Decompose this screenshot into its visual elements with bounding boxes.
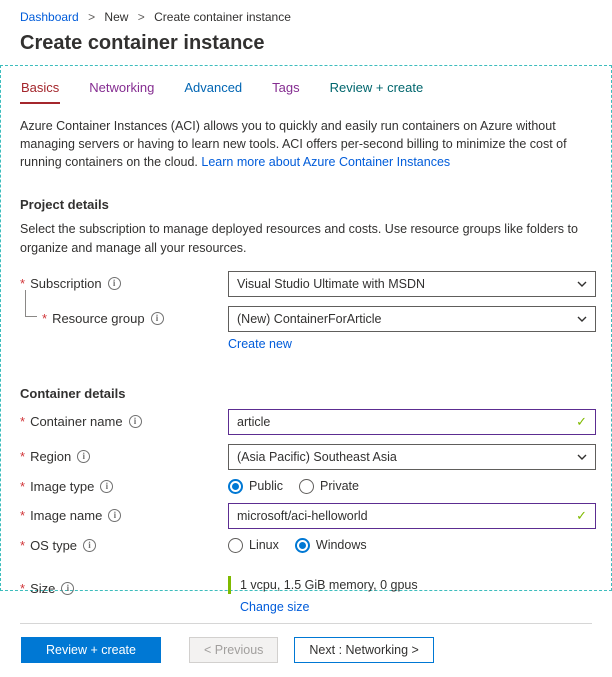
container-name-label: * Container name i [20, 414, 228, 429]
subscription-row: * Subscription i Visual Studio Ultimate … [20, 270, 596, 297]
chevron-down-icon [577, 281, 587, 287]
resource-group-control: (New) ContainerForArticle Create new [228, 305, 596, 351]
radio-unchecked-icon [299, 478, 315, 494]
radio-private[interactable]: Private [299, 478, 359, 494]
tab-basics[interactable]: Basics [20, 78, 61, 104]
blade-content: Basics Networking Advanced Tags Review +… [0, 65, 612, 663]
breadcrumb-dashboard[interactable]: Dashboard [20, 10, 79, 24]
image-type-row: * Image type i Public Private [20, 478, 592, 494]
subscription-label: * Subscription i [20, 276, 228, 291]
container-details-heading: Container details [20, 385, 126, 401]
resource-group-row: * Resource group i (New) ContainerForArt… [20, 289, 596, 351]
info-icon[interactable]: i [77, 450, 91, 464]
radio-windows[interactable]: Windows [294, 537, 367, 553]
radio-unchecked-icon [228, 537, 243, 553]
info-icon[interactable]: i [107, 277, 121, 291]
tree-connector [25, 289, 37, 317]
os-type-row: * OS type i Linux Windows [20, 537, 592, 553]
required-marker: * [20, 580, 26, 596]
image-name-value: microsoft/aci-helloworld [237, 508, 368, 523]
tab-review-create[interactable]: Review + create [329, 78, 425, 104]
resource-group-label: * Resource group i [20, 289, 228, 326]
resource-group-dropdown[interactable]: (New) ContainerForArticle [228, 305, 596, 332]
project-details-description: Select the subscription to manage deploy… [20, 222, 578, 255]
size-row: * Size i 1 vcpu, 1.5 GiB memory, 0 gpus … [20, 575, 592, 614]
tab-bar: Basics Networking Advanced Tags Review +… [20, 78, 592, 104]
intro-paragraph: Azure Container Instances (ACI) allows y… [20, 117, 592, 171]
project-details-heading: Project details [20, 197, 109, 213]
required-marker: * [20, 449, 26, 465]
os-type-radio-group: Linux Windows [228, 537, 596, 553]
tab-networking[interactable]: Networking [88, 78, 155, 104]
required-marker: * [20, 508, 26, 524]
image-name-row: * Image name i microsoft/aci-helloworld … [20, 502, 596, 529]
learn-more-link[interactable]: Learn more about Azure Container Instanc… [201, 155, 450, 169]
container-name-row: * Container name i article ✓ [20, 408, 596, 435]
valid-check-icon: ✓ [576, 413, 587, 429]
size-control: 1 vcpu, 1.5 GiB memory, 0 gpus Change si… [228, 575, 596, 614]
info-icon[interactable]: i [100, 479, 114, 493]
subscription-dropdown[interactable]: Visual Studio Ultimate with MSDN [228, 270, 596, 297]
required-marker: * [20, 414, 26, 430]
size-label: * Size i [20, 576, 228, 596]
radio-public[interactable]: Public [228, 478, 283, 494]
breadcrumb-current: Create container instance [154, 10, 291, 24]
os-type-label: * OS type i [20, 538, 228, 553]
review-create-button[interactable]: Review + create [21, 636, 161, 663]
breadcrumb-separator: > [137, 10, 145, 24]
previous-button[interactable]: < Previous [189, 636, 279, 663]
radio-linux[interactable]: Linux [228, 537, 279, 553]
tab-tags[interactable]: Tags [271, 78, 300, 104]
subscription-value: Visual Studio Ultimate with MSDN [237, 276, 426, 291]
region-row: * Region i (Asia Pacific) Southeast Asia [20, 443, 596, 470]
next-networking-button[interactable]: Next : Networking > [294, 636, 434, 663]
info-icon[interactable]: i [128, 415, 142, 429]
tab-advanced[interactable]: Advanced [183, 78, 243, 104]
required-marker: * [20, 478, 26, 494]
chevron-down-icon [577, 454, 587, 460]
region-value: (Asia Pacific) Southeast Asia [237, 449, 397, 464]
image-name-input[interactable]: microsoft/aci-helloworld ✓ [228, 502, 596, 529]
required-marker: * [20, 537, 26, 553]
info-icon[interactable]: i [150, 311, 164, 325]
breadcrumb: Dashboard > New > Create container insta… [0, 0, 612, 24]
region-dropdown[interactable]: (Asia Pacific) Southeast Asia [228, 443, 596, 470]
breadcrumb-new[interactable]: New [104, 10, 128, 24]
image-type-label: * Image type i [20, 479, 228, 494]
chevron-down-icon [577, 316, 587, 322]
breadcrumb-separator: > [88, 10, 96, 24]
radio-checked-icon [228, 478, 243, 494]
image-type-radio-group: Public Private [228, 478, 596, 494]
resource-group-value: (New) ContainerForArticle [237, 311, 382, 326]
region-label: * Region i [20, 449, 228, 464]
container-name-value: article [237, 414, 271, 429]
info-icon[interactable]: i [83, 538, 97, 552]
create-new-link[interactable]: Create new [228, 337, 292, 351]
container-name-input[interactable]: article ✓ [228, 408, 596, 435]
footer-bar: Review + create < Previous Next : Networ… [20, 622, 592, 677]
valid-check-icon: ✓ [576, 507, 587, 523]
image-name-label: * Image name i [20, 508, 228, 523]
radio-checked-icon [294, 537, 310, 553]
info-icon[interactable]: i [61, 581, 75, 595]
page-title: Create container instance [20, 32, 265, 54]
info-icon[interactable]: i [108, 509, 122, 523]
change-size-link[interactable]: Change size [240, 600, 310, 614]
required-marker: * [42, 310, 48, 326]
